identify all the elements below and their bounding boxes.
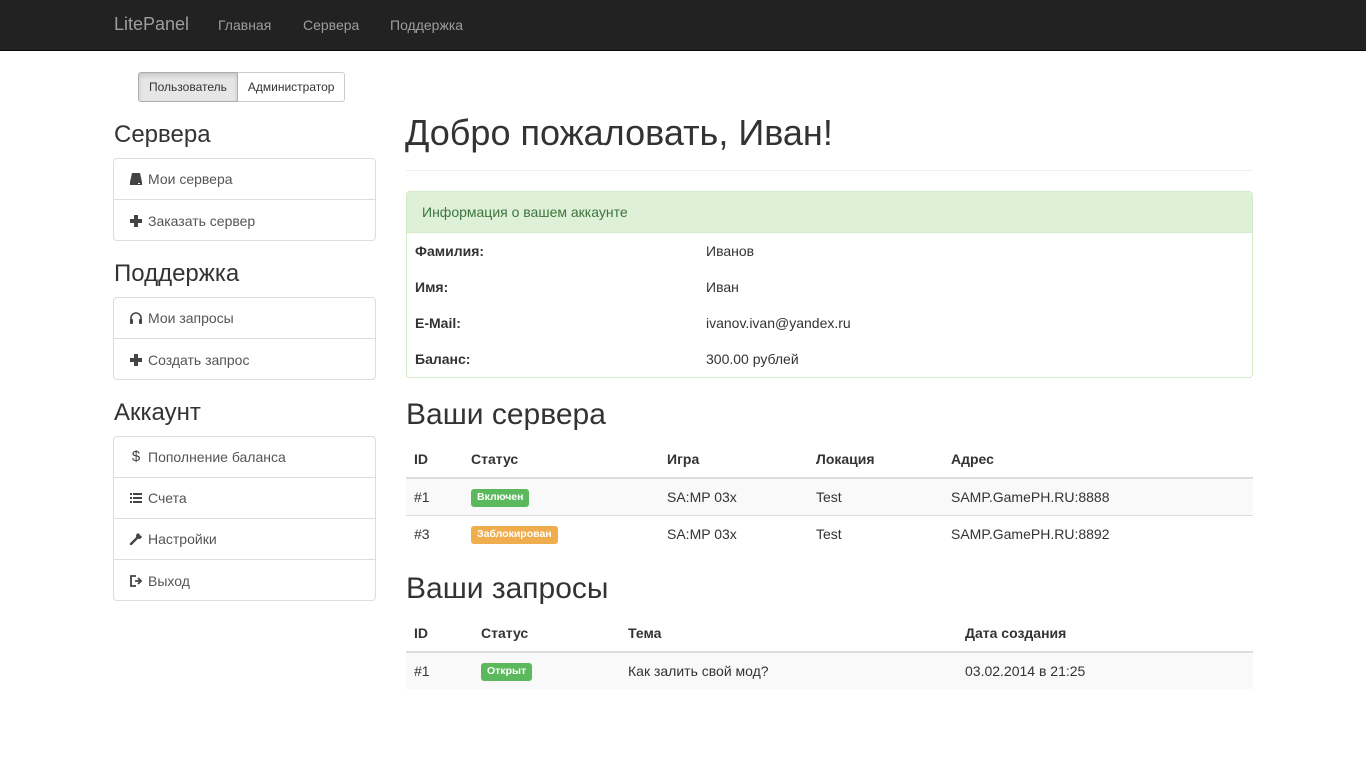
sidebar-support-list: Мои запросы Создать запрос: [113, 297, 376, 380]
nav-link-servers[interactable]: Сервера: [303, 17, 359, 33]
server-address: SAMP.GamePH.RU:8888: [943, 477, 1253, 515]
info-label: Баланс:: [415, 351, 471, 367]
status-badge: Включен: [471, 488, 530, 507]
top-navbar: LitePanel Главная Сервера Поддержка: [0, 0, 1366, 51]
server-game: SA:MP 03x: [659, 477, 808, 515]
role-switch: Пользователь Администратор: [138, 72, 346, 102]
brand-logo[interactable]: LitePanel: [114, 14, 189, 35]
account-info-row: E-Mail: ivanov.ivan@yandex.ru: [407, 305, 1252, 341]
table-header-row: ID Статус Тема Дата создания: [406, 614, 1253, 653]
table-row[interactable]: #1 Открыт Как залить свой мод? 03.02.201…: [406, 651, 1253, 689]
sidebar-item-label: Счета: [148, 490, 187, 506]
servers-section-title: Ваши сервера: [406, 398, 606, 431]
sidebar-item-label: Создать запрос: [148, 351, 250, 368]
title-divider: [406, 170, 1253, 171]
sidebar-item-my-servers[interactable]: Мои сервера: [114, 159, 375, 200]
column-header: Локация: [808, 440, 943, 479]
column-header: ID: [406, 614, 473, 653]
list-icon: [129, 491, 143, 505]
logout-icon: [129, 574, 143, 588]
column-header: Адрес: [943, 440, 1253, 479]
info-value: ivanov.ivan@yandex.ru: [706, 315, 851, 331]
column-header: ID: [406, 440, 463, 479]
nav-link-support[interactable]: Поддержка: [390, 17, 463, 33]
plus-icon: [129, 353, 143, 367]
column-header: Игра: [659, 440, 808, 479]
account-info-panel-title: Информация о вашем аккаунте: [407, 192, 1252, 233]
sidebar-item-my-requests[interactable]: Мои запросы: [114, 298, 375, 339]
sidebar-servers-heading: Сервера: [114, 121, 211, 148]
column-header: Дата создания: [957, 614, 1253, 653]
status-cell: Заблокирован: [463, 514, 659, 552]
column-header: Статус: [463, 440, 659, 479]
request-topic[interactable]: Как залить свой мод?: [620, 651, 957, 689]
nav-link-home[interactable]: Главная: [218, 17, 271, 33]
sidebar-item-label: Мои запросы: [148, 310, 234, 326]
sidebar-servers-list: Мои сервера Заказать сервер: [113, 158, 376, 241]
info-label: Имя:: [415, 279, 449, 295]
sidebar-item-topup[interactable]: $ Пополнение баланса: [114, 437, 375, 478]
info-value: Иван: [706, 279, 739, 295]
sidebar-account-heading: Аккаунт: [114, 399, 201, 426]
info-label: Фамилия:: [415, 243, 485, 259]
server-id: #3: [406, 514, 463, 552]
sidebar-item-settings[interactable]: Настройки: [114, 519, 375, 560]
sidebar-item-label: Мои сервера: [148, 171, 233, 187]
info-value: Иванов: [706, 243, 755, 259]
account-info-row: Имя: Иван: [407, 269, 1252, 305]
requests-table: ID Статус Тема Дата создания #1 Открыт К…: [406, 614, 1253, 689]
page-title: Добро пожаловать, Иван!: [405, 112, 833, 153]
info-label: E-Mail:: [415, 315, 461, 331]
table-row[interactable]: #1 Включен SA:MP 03x Test SAMP.GamePH.RU…: [406, 477, 1253, 515]
wrench-icon: [129, 532, 143, 546]
column-header: Тема: [620, 614, 957, 653]
account-info-row: Фамилия: Иванов: [407, 233, 1252, 269]
dollar-icon: $: [131, 448, 141, 465]
sidebar-item-label: Настройки: [148, 531, 217, 547]
servers-table: ID Статус Игра Локация Адрес #1 Включен …: [406, 440, 1253, 552]
sidebar-item-label: Заказать сервер: [148, 212, 256, 229]
info-value: 300.00 рублей: [706, 351, 799, 367]
request-date: 03.02.2014 в 21:25: [957, 651, 1253, 689]
requests-section-title: Ваши запросы: [406, 572, 609, 605]
table-header-row: ID Статус Игра Локация Адрес: [406, 440, 1253, 479]
server-id: #1: [406, 477, 463, 515]
server-location: Test: [808, 477, 943, 515]
sidebar-item-create-request[interactable]: Создать запрос: [114, 339, 375, 380]
admin-role-button[interactable]: Администратор: [237, 72, 346, 102]
server-game: SA:MP 03x: [659, 514, 808, 552]
sidebar-item-order-server[interactable]: Заказать сервер: [114, 200, 375, 241]
user-role-button[interactable]: Пользователь: [138, 72, 238, 102]
server-location: Test: [808, 514, 943, 552]
sidebar-item-label: Выход: [148, 572, 190, 589]
column-header: Статус: [473, 614, 620, 653]
sidebar-account-list: $ Пополнение баланса Счета Настройки Вых…: [113, 436, 376, 601]
request-id: #1: [406, 651, 473, 689]
status-badge: Открыт: [481, 663, 533, 681]
sidebar-item-invoices[interactable]: Счета: [114, 478, 375, 519]
hdd-icon: [129, 172, 143, 186]
account-info-row: Баланс: 300.00 рублей: [407, 341, 1252, 377]
status-cell: Включен: [463, 477, 659, 515]
table-row[interactable]: #3 Заблокирован SA:MP 03x Test SAMP.Game…: [406, 514, 1253, 552]
headphones-icon: [129, 311, 143, 325]
account-info-panel: Информация о вашем аккаунте Фамилия: Ива…: [406, 191, 1253, 378]
sidebar-item-logout[interactable]: Выход: [114, 560, 375, 601]
status-cell: Открыт: [473, 651, 620, 689]
sidebar-support-heading: Поддержка: [114, 260, 240, 287]
server-address: SAMP.GamePH.RU:8892: [943, 514, 1253, 552]
plus-icon: [129, 214, 143, 228]
sidebar-item-label: Пополнение баланса: [148, 449, 286, 465]
status-badge: Заблокирован: [471, 525, 558, 544]
